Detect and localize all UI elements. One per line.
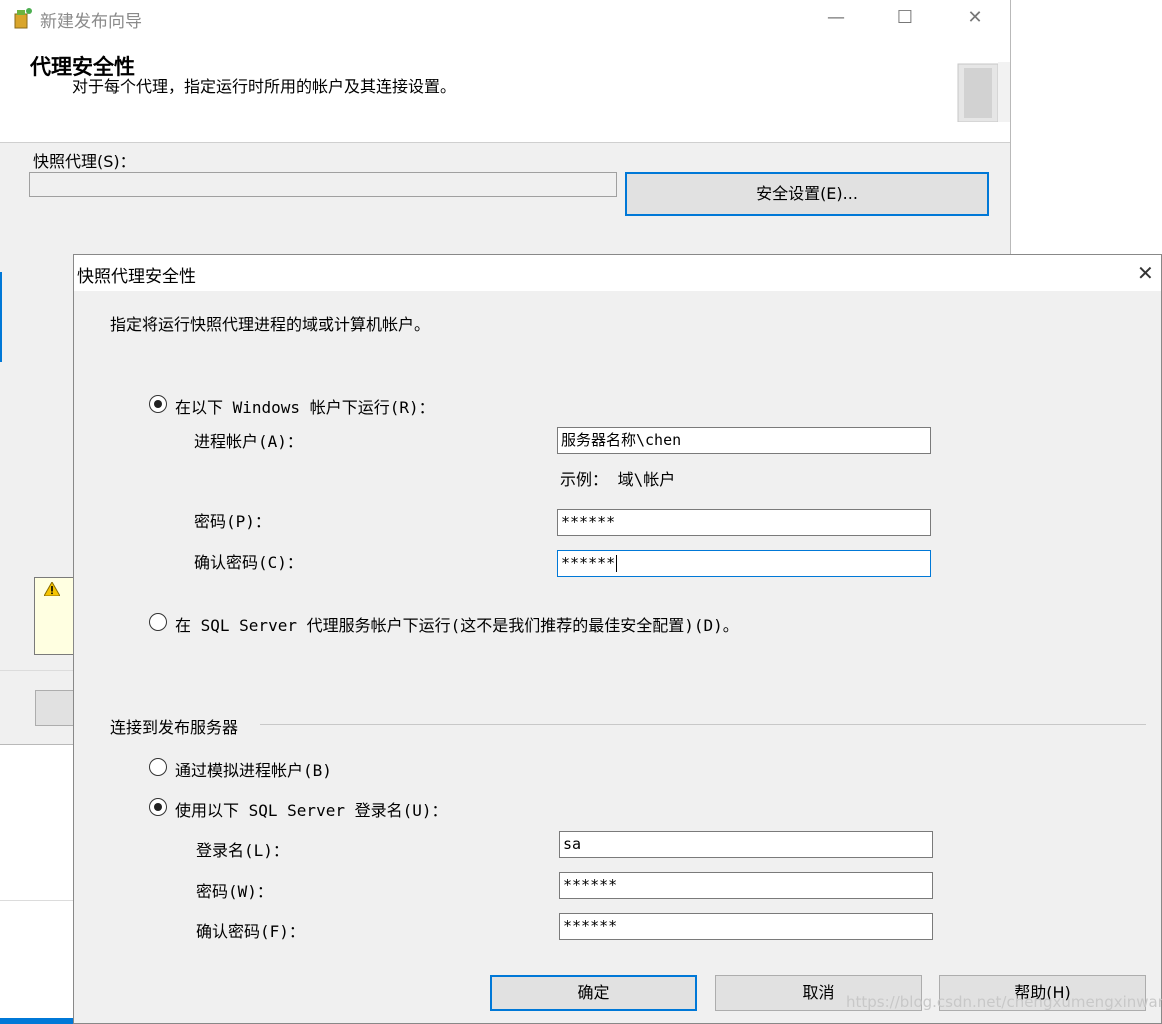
login-confirm-label: 确认密码(F)： xyxy=(196,922,305,941)
text-caret xyxy=(616,555,618,572)
snapshot-agent-label: 快照代理(S)： xyxy=(33,152,136,171)
confirm-password-value: ****** xyxy=(561,554,616,572)
watermark-text: https://blog.csdn.net/chengxumengxinwang xyxy=(846,993,1162,1011)
wizard-app-icon xyxy=(14,8,32,29)
login-input[interactable]: sa xyxy=(559,831,933,858)
wizard-titlebar: 新建发布向导 — ☐ ✕ xyxy=(0,0,1010,36)
run-under-windows-radio[interactable] xyxy=(149,395,167,413)
footer-divider xyxy=(0,670,74,671)
maximize-icon[interactable]: ☐ xyxy=(885,4,925,32)
wizard-banner-icon xyxy=(957,62,1010,122)
confirm-password-label: 确认密码(C)： xyxy=(194,553,303,572)
login-password-input[interactable]: ****** xyxy=(559,872,933,899)
dialog-titlebar: 快照代理安全性 ✕ xyxy=(74,255,1161,291)
page-subtitle: 对于每个代理，指定运行时所用的帐户及其连接设置。 xyxy=(72,77,457,96)
password-input[interactable]: ****** xyxy=(557,509,931,536)
run-under-sql-agent-radio[interactable] xyxy=(149,613,167,631)
background-taskbar-edge xyxy=(0,1018,74,1024)
background-accent xyxy=(0,272,2,362)
login-password-label: 密码(W)： xyxy=(196,882,273,901)
use-sql-login-radio[interactable] xyxy=(149,798,167,816)
back-button[interactable] xyxy=(35,690,75,726)
dialog-title: 快照代理安全性 xyxy=(77,267,196,287)
process-account-example: 示例： 域\帐户 xyxy=(560,470,676,489)
snapshot-agent-security-dialog: 快照代理安全性 ✕ 指定将运行快照代理进程的域或计算机帐户。 在以下 Windo… xyxy=(73,254,1162,1024)
minimize-icon[interactable]: — xyxy=(816,4,856,32)
close-icon[interactable]: ✕ xyxy=(955,4,995,32)
wizard-title: 新建发布向导 xyxy=(40,12,142,32)
connect-group-title: 连接到发布服务器 xyxy=(110,718,239,737)
snapshot-agent-field xyxy=(29,172,617,197)
run-under-sql-agent-label[interactable]: 在 SQL Server 代理服务帐户下运行(这不是我们推荐的最佳安全配置)(D… xyxy=(175,612,739,636)
warning-icon xyxy=(44,582,60,596)
password-label: 密码(P)： xyxy=(194,512,271,531)
confirm-password-input[interactable]: ****** xyxy=(557,550,931,577)
security-settings-button[interactable]: 安全设置(E)... xyxy=(625,172,989,216)
group-divider xyxy=(260,724,1146,725)
process-account-label: 进程帐户(A)： xyxy=(194,432,303,451)
login-confirm-input[interactable]: ****** xyxy=(559,913,933,940)
use-sql-login-label[interactable]: 使用以下 SQL Server 登录名(U)： xyxy=(175,797,448,821)
background-divider xyxy=(0,900,74,901)
ok-button[interactable]: 确定 xyxy=(490,975,697,1011)
dialog-close-icon[interactable]: ✕ xyxy=(1137,259,1161,287)
login-label: 登录名(L)： xyxy=(196,841,289,860)
impersonate-label[interactable]: 通过模拟进程帐户(B) xyxy=(175,757,332,781)
wizard-header: 代理安全性 对于每个代理，指定运行时所用的帐户及其连接设置。 xyxy=(0,36,1010,143)
dialog-instruction: 指定将运行快照代理进程的域或计算机帐户。 xyxy=(110,315,431,334)
process-account-input[interactable]: 服务器名称\chen xyxy=(557,427,931,454)
impersonate-radio[interactable] xyxy=(149,758,167,776)
run-under-windows-label[interactable]: 在以下 Windows 帐户下运行(R)： xyxy=(175,394,435,418)
